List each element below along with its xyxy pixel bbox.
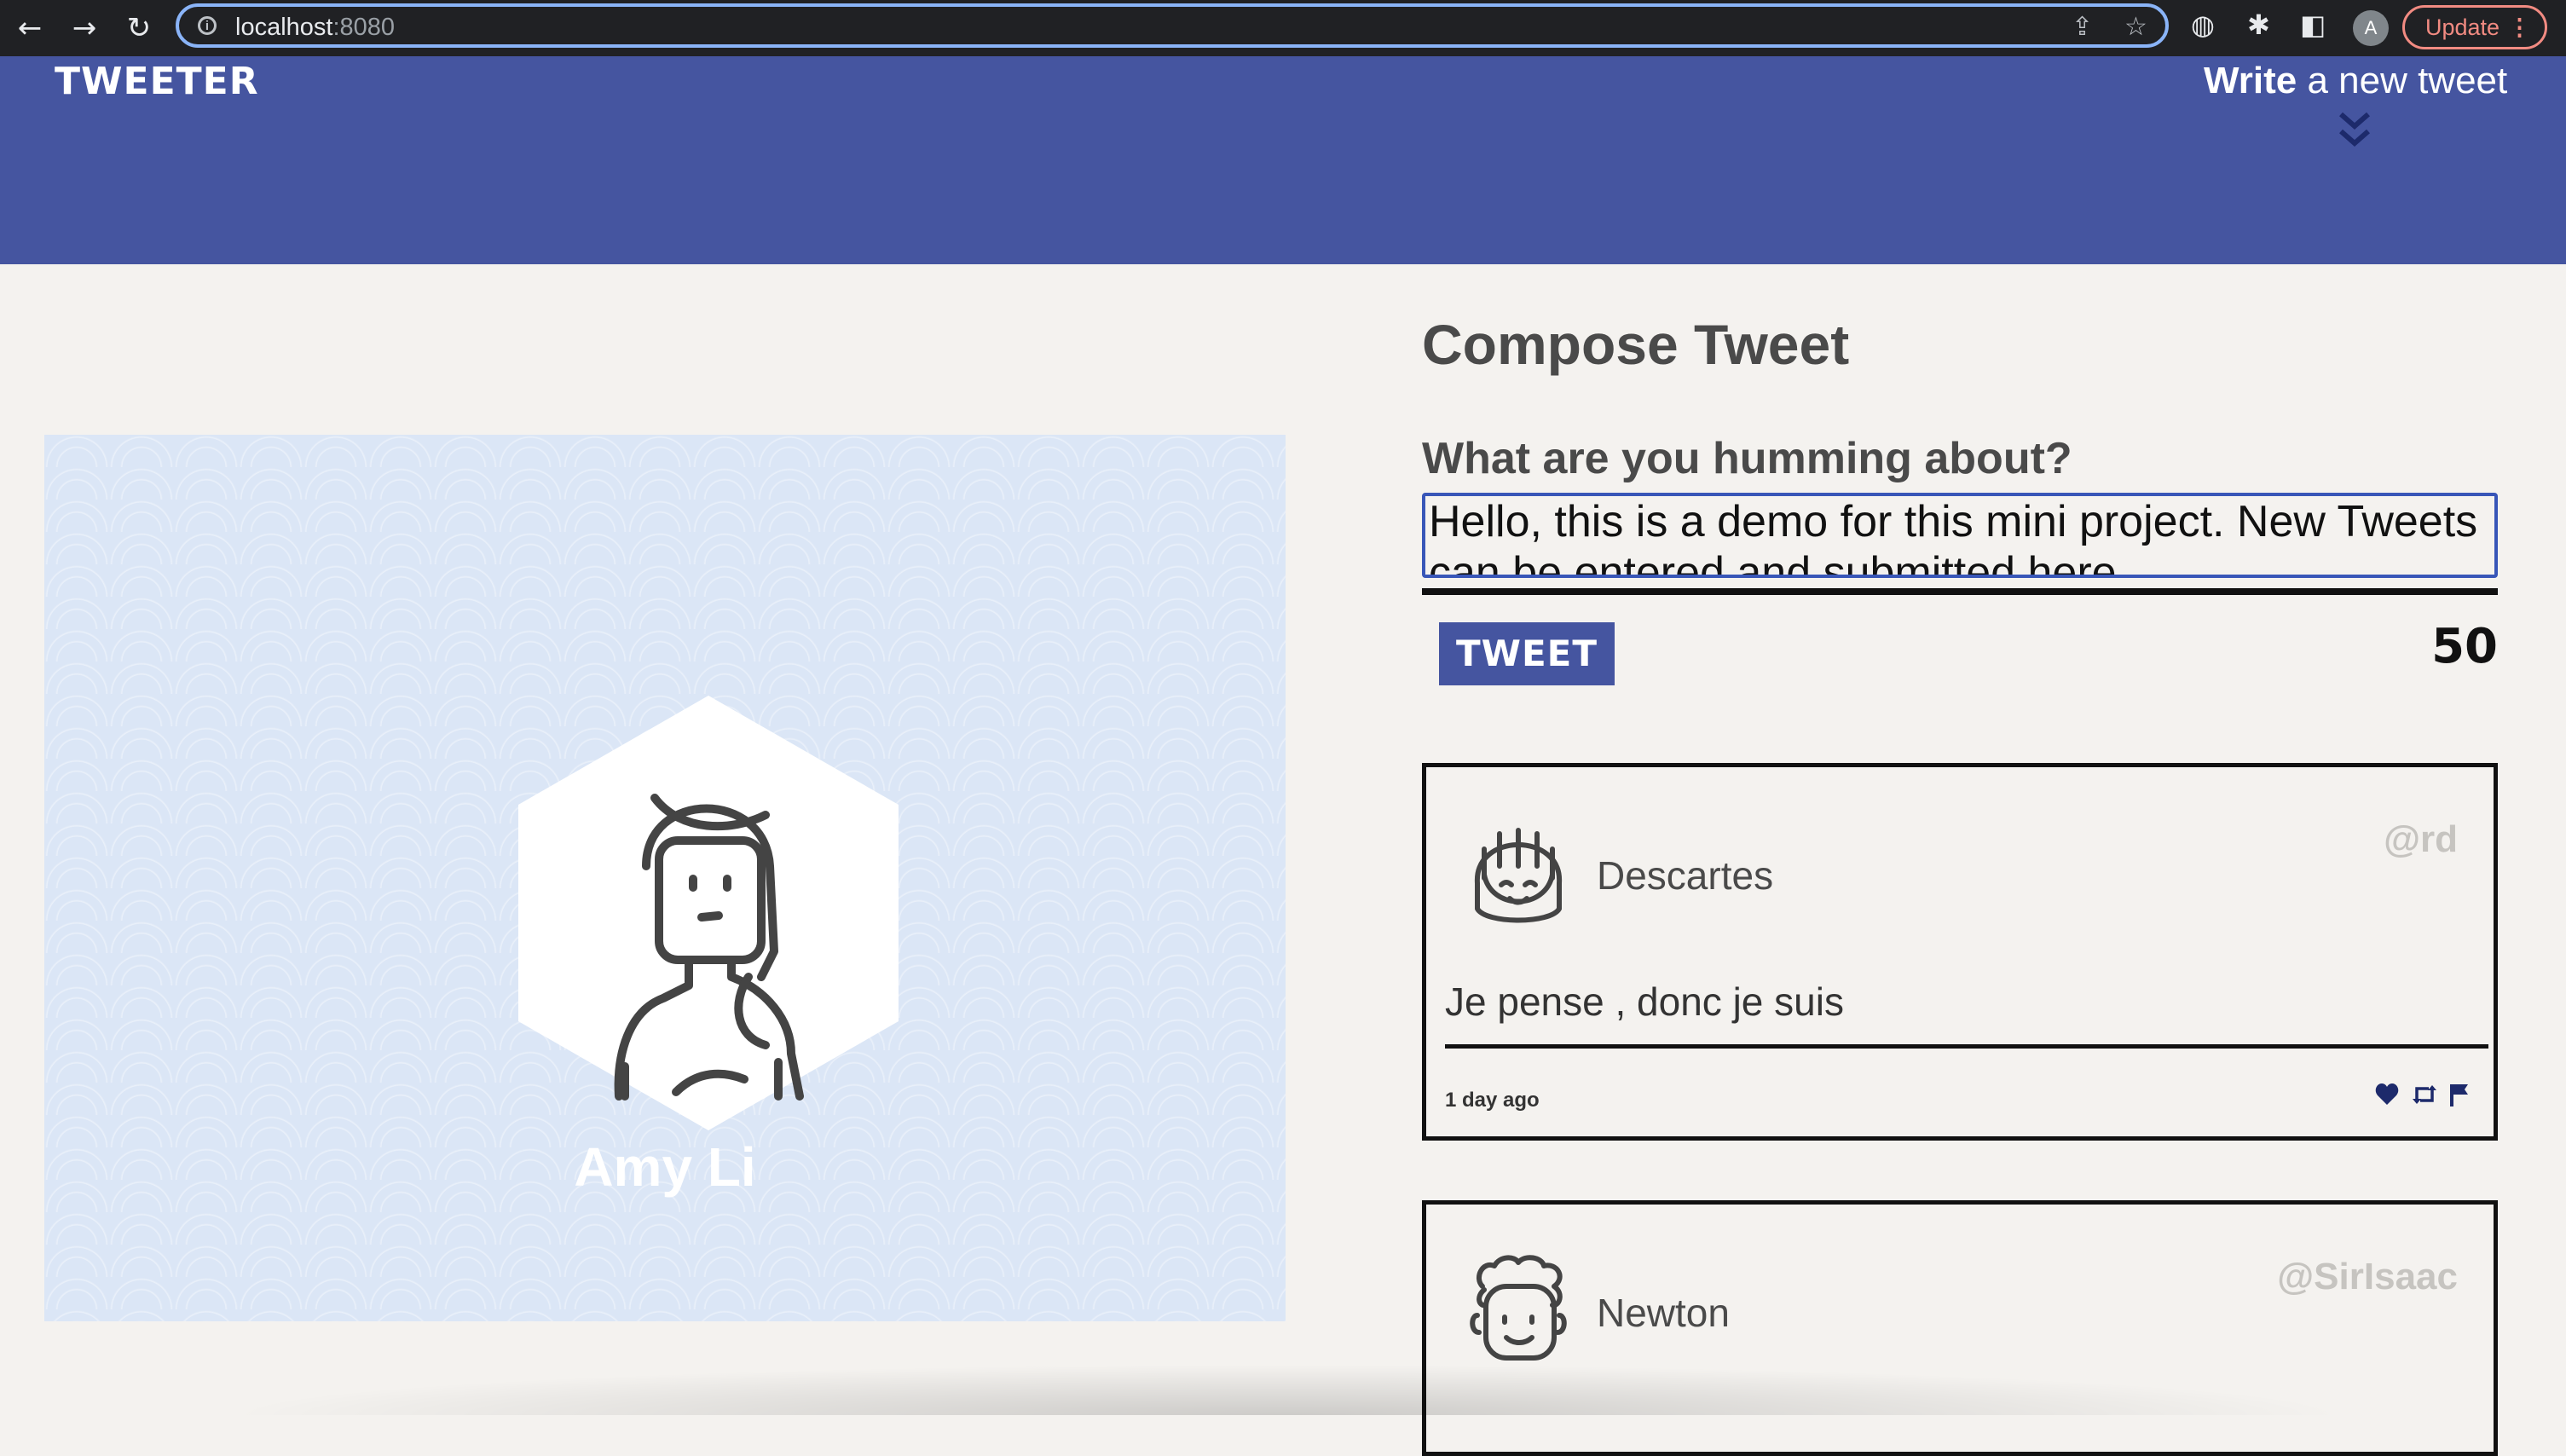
tweet-content: Je pense , donc je suis — [1445, 979, 1844, 1024]
tweet-actions — [2367, 1083, 2470, 1113]
tweet-divider — [1445, 1044, 2488, 1049]
compose-prompt-label: What are you humming about? — [1422, 434, 2072, 483]
share-icon[interactable]: ⇪ — [2072, 12, 2093, 42]
address-bar[interactable]: i localhost:8080 ⇪ ☆ — [176, 3, 2169, 48]
heart-icon[interactable] — [2375, 1083, 2399, 1110]
user-avatar-icon — [1470, 1255, 1567, 1361]
more-menu-icon: ⋮ — [2508, 14, 2531, 40]
double-chevron-down-icon[interactable] — [2336, 109, 2373, 152]
translate-extension-icon[interactable]: ◍ — [2191, 9, 2215, 41]
site-info-icon[interactable]: i — [198, 16, 217, 35]
write-new-tweet-link[interactable]: Write a new tweet — [2204, 60, 2507, 102]
tweet-card: Descartes @rd Je pense , donc je suis 1 … — [1422, 763, 2498, 1141]
flag-icon[interactable] — [2449, 1083, 2470, 1111]
tweet-submit-button[interactable]: TWEET — [1439, 622, 1615, 685]
forward-icon[interactable]: → — [63, 7, 106, 49]
side-panel-icon[interactable]: ◧ — [2300, 9, 2326, 41]
site-header: TWEETER Write a new tweet — [0, 56, 2566, 264]
profile-avatar[interactable]: A — [2353, 10, 2389, 46]
tweet-text-input[interactable]: Hello, this is a demo for this mini proj… — [1422, 493, 2498, 578]
compose-divider — [1422, 588, 2498, 595]
profile-card: Amy Li — [44, 435, 1286, 1321]
user-avatar-icon — [1474, 828, 1563, 923]
tweet-author-handle: @rd — [2384, 818, 2458, 860]
scroll-shadow — [222, 1364, 2353, 1415]
tweet-timestamp: 1 day ago — [1445, 1089, 1540, 1112]
profile-name: Amy Li — [574, 1136, 756, 1198]
tweet-card: Newton @SirIsaac — [1422, 1200, 2498, 1456]
character-counter: 50 — [2431, 619, 2498, 674]
tweet-author-name: Descartes — [1597, 853, 1774, 898]
browser-toolbar: ← → ↻ i localhost:8080 ⇪ ☆ ◍ ✱ ◧ A Updat… — [0, 0, 2566, 56]
update-button[interactable]: Update ⋮ — [2402, 5, 2547, 49]
retweet-icon[interactable] — [2412, 1083, 2437, 1110]
compose-title: Compose Tweet — [1422, 313, 1850, 376]
reload-icon[interactable]: ↻ — [118, 7, 160, 49]
tweet-author-name: Newton — [1597, 1291, 1730, 1335]
url-text: localhost:8080 — [235, 14, 396, 41]
back-icon[interactable]: ← — [9, 7, 51, 49]
tweet-author-handle: @SirIsaac — [2277, 1256, 2458, 1297]
profile-avatar-hexagon — [518, 696, 899, 1130]
extensions-puzzle-icon[interactable]: ✱ — [2247, 9, 2270, 41]
brand-logo[interactable]: TWEETER — [55, 60, 259, 103]
bookmark-star-icon[interactable]: ☆ — [2124, 12, 2147, 42]
